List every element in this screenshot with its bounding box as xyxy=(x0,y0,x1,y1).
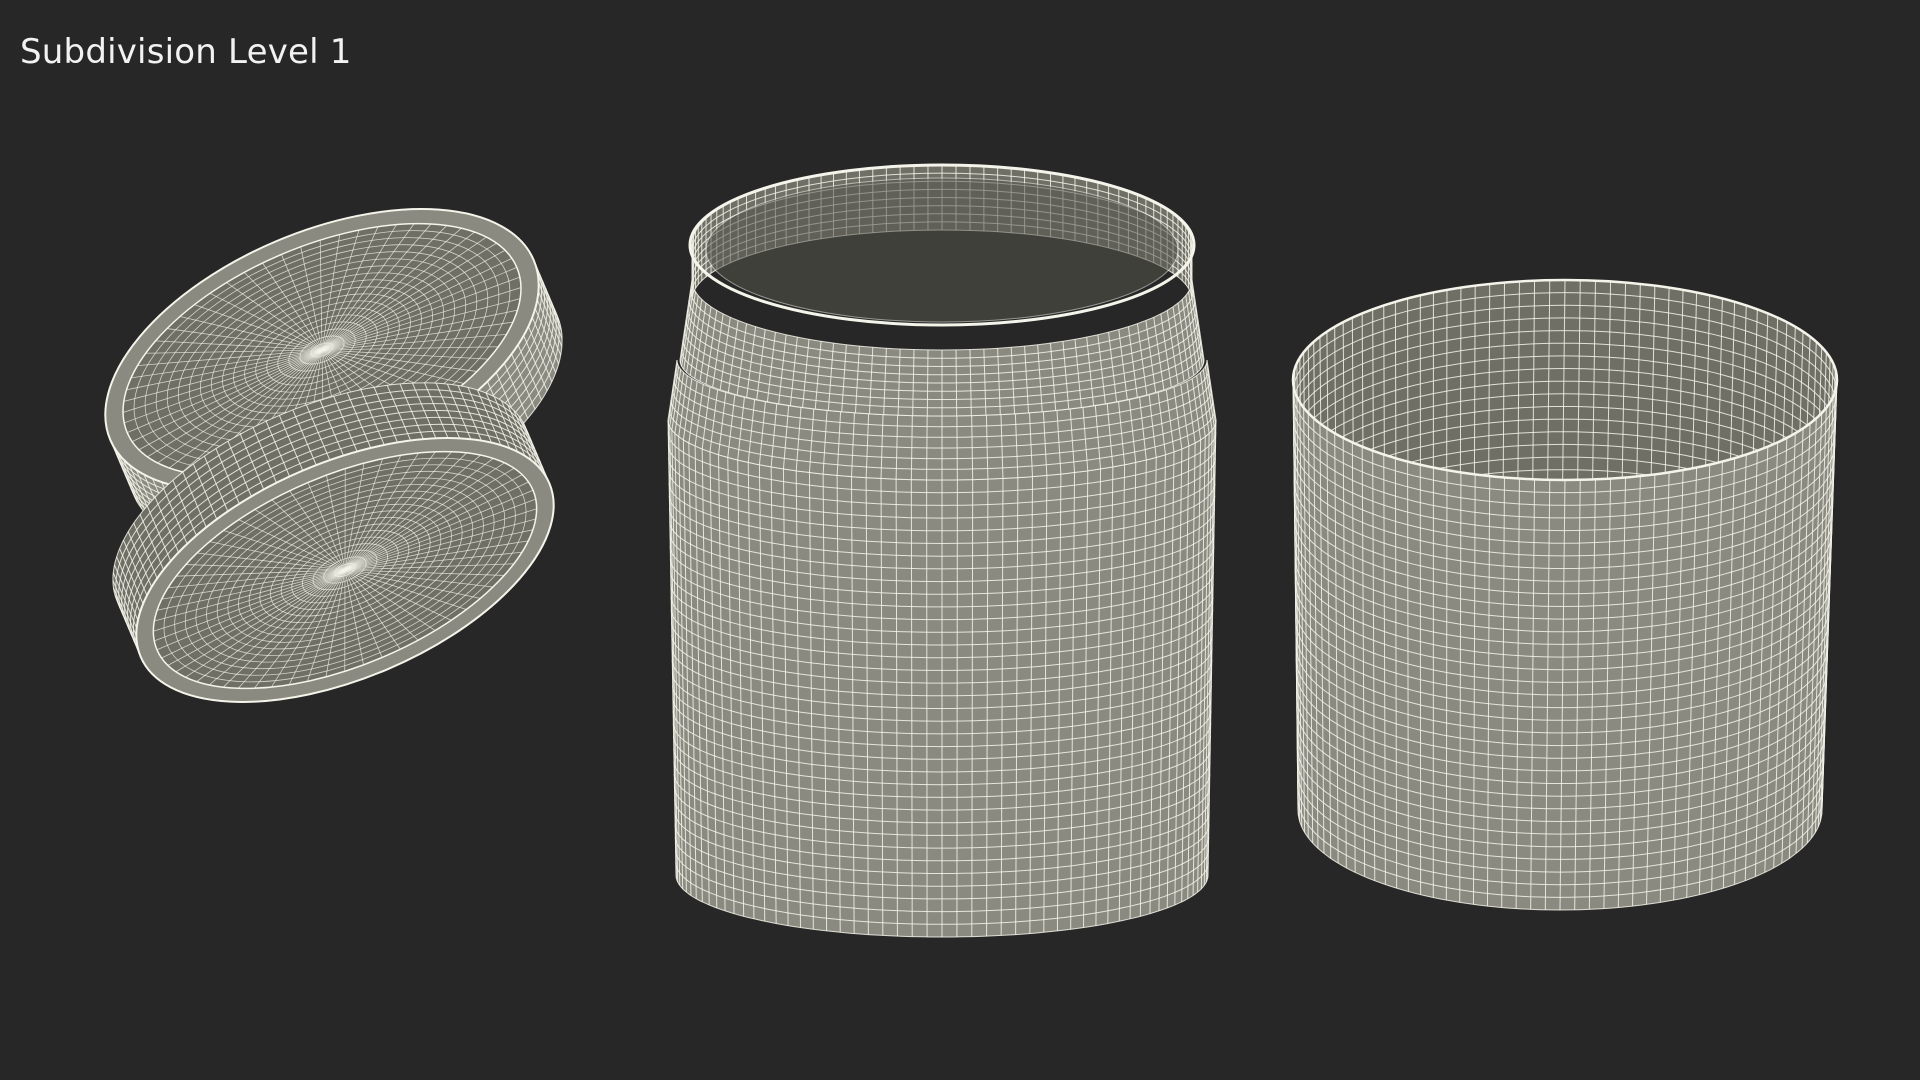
jar xyxy=(667,163,1217,938)
wire-line xyxy=(955,349,958,416)
label-sleeve xyxy=(1291,278,1839,911)
wire-line xyxy=(1445,470,1448,901)
subdivision-caption: Subdivision Level 1 xyxy=(20,32,352,72)
wire-line xyxy=(956,415,958,480)
wire-line xyxy=(926,415,928,480)
wire-line xyxy=(926,349,929,416)
render-viewport: Subdivision Level 1 xyxy=(0,0,1920,1080)
jar-opening xyxy=(705,177,1179,323)
wireframe-scene xyxy=(104,163,1839,938)
